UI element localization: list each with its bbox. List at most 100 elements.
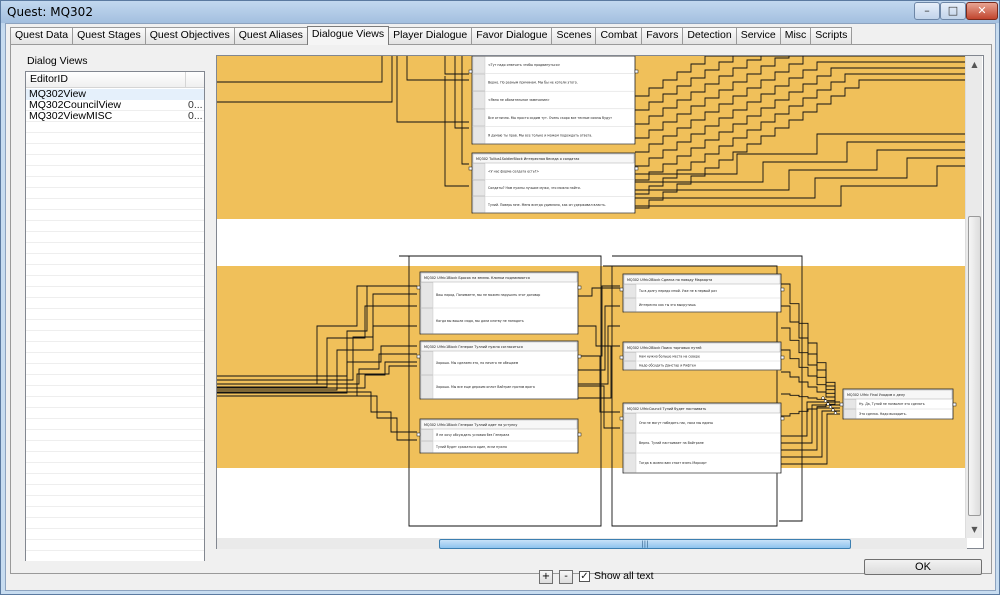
topic-node[interactable]: MQ302 Ulfric2Block Сделка по поводу Марк… [619,273,785,313]
node-output-port[interactable] [577,354,582,359]
topic-node-title: MQ302 Ulfric2Block Поиск торговых путей [627,346,702,350]
node-input-port[interactable] [619,287,624,292]
scroll-up-arrow[interactable]: ▲ [966,56,983,73]
list-item[interactable]: MQ302ViewMISC 0... [26,111,204,122]
zoom-out-button[interactable]: - [559,570,573,584]
response-text: Тулий будет сражаться один, если нужно [435,445,507,449]
tab-quest-data[interactable]: Quest Data [10,27,74,44]
response-marker [420,308,434,334]
response-marker [472,126,486,144]
response-text: Хорошо. Мы сделаем это, но ничего не обе… [436,361,519,365]
response-marker [623,352,637,361]
tab-scenes[interactable]: Scenes [551,27,597,44]
horizontal-scrollbar[interactable]: ||| [217,538,967,549]
topic-node-title: MQ302 Ulfric1Block Бросок на землю. Клин… [424,276,530,280]
response-marker [623,453,637,473]
response-text: Хорошо. Мы все еще держим оплот Вайтран … [436,385,535,389]
vertical-scroll-thumb[interactable] [968,216,981,516]
response-text: Когда вы вошли сюда, мы дали клятву не н… [436,319,524,323]
tab-combat[interactable]: Combat [595,27,643,44]
topic-node-title: MQ302 Ulfric1Block Генерал Туллий идет н… [424,423,517,427]
node-input-port[interactable] [468,166,473,171]
tab-player-dialogue[interactable]: Player Dialogue [388,27,473,44]
topic-node[interactable]: MQ302 Ulfric2Block Поиск торговых путей Н… [619,341,785,371]
tab-quest-objectives[interactable]: Quest Objectives [144,27,235,44]
tab-favor-dialogue[interactable]: Favor Dialogue [471,27,553,44]
quest-window: Quest: MQ302 – □ ✕ Quest Data Quest Stag… [0,0,1000,595]
tab-strip: Quest Data Quest Stages Quest Objectives… [10,26,853,45]
response-text: Это сделка. Надо выходить. [859,412,907,416]
node-output-port[interactable] [780,287,785,292]
show-all-text-option[interactable]: ✓ Show all text [579,570,654,582]
topic-node-title: MQ302 UlfricCouncil Тулий будет настаива… [627,407,706,411]
minimize-button[interactable]: – [914,2,940,20]
topic-node[interactable]: MQ302 Ulfric1Block Генерал Туллий нужно … [416,340,582,400]
response-marker [472,91,486,109]
topic-node-title: MQ302 Ulfric2Block Сделка по поводу Марк… [627,278,712,282]
node-input-port[interactable] [468,69,473,74]
tab-quest-aliases[interactable]: Quest Aliases [233,27,308,44]
maximize-button[interactable]: □ [940,2,966,20]
connection-junction [823,399,828,403]
column-header-editorid[interactable]: EditorID [26,72,186,88]
response-text: Интересно как ты это выкрутишь [639,303,696,307]
tab-scripts[interactable]: Scripts [810,27,853,44]
node-output-port[interactable] [634,166,639,171]
show-all-text-label: Show all text [594,570,654,582]
node-output-port[interactable] [577,432,582,437]
topic-node[interactable]: MQ302 Tullius1SoldierBlock Интересная бе… [468,152,639,214]
response-text: Надо обсудить Данстар и Рифтен [639,364,696,368]
response-marker [420,429,434,441]
node-output-port[interactable] [780,355,785,360]
list-item-extra: 0... [188,110,203,122]
horizontal-scroll-thumb[interactable]: ||| [439,539,851,549]
topic-node[interactable]: <Тут надо отвечать чтобы продвинуться> Ве… [468,56,639,145]
response-text: Все отлично. Мы просто сидим тут. Очень … [488,116,612,120]
response-text: Я думаю ты прав. Мы все только и можем п… [488,133,592,137]
dialog-views-label: Dialog Views [27,55,88,67]
node-output-port[interactable] [577,285,582,290]
scroll-down-arrow[interactable]: ▼ [966,521,983,538]
tab-service[interactable]: Service [735,27,781,44]
topic-node[interactable]: MQ302 Ulfric Final Уходим к делу Ну. Да, … [839,388,957,420]
ok-button[interactable]: OK [864,559,982,575]
tab-misc[interactable]: Misc [779,27,812,44]
node-input-port[interactable] [416,285,421,290]
node-output-port[interactable] [952,402,957,407]
connection-junction [831,408,835,412]
response-text: <Тут надо отвечать чтобы продвинуться> [488,63,561,67]
node-input-port[interactable] [416,354,421,359]
dialogue-graph[interactable]: <Тут надо отвечать чтобы продвинуться> Ве… [217,56,965,538]
list-background [26,89,204,561]
response-text: Нам нужно больше места на севере [639,355,700,359]
tab-dialogue-views[interactable]: Dialogue Views [306,26,390,45]
response-marker [472,163,486,180]
node-input-port[interactable] [839,402,844,407]
response-marker [472,73,486,91]
show-all-text-checkbox[interactable]: ✓ [579,570,590,582]
tab-quest-stages[interactable]: Quest Stages [72,27,146,44]
response-marker [623,298,637,312]
node-output-port[interactable] [634,69,639,74]
dialogue-graph-canvas[interactable]: <Тут надо отвечать чтобы продвинуться> Ве… [216,55,984,549]
topic-node[interactable]: MQ302 Ulfric1Block Бросок на землю. Клин… [416,271,582,335]
response-text: <У нас форма солдата есть?> [488,170,539,174]
column-header-extra[interactable] [186,72,204,88]
tab-detection[interactable]: Detection [682,27,737,44]
response-text: Они не могут победить нас, пока мы едины [639,421,714,425]
topic-node[interactable]: MQ302 Ulfric1Block Генерал Туллий идет н… [416,418,582,454]
dialog-views-list[interactable]: EditorID MQ302View MQ302CouncilView 0...… [25,71,205,561]
vertical-scrollbar[interactable]: ▲ ▼ [965,56,982,538]
node-input-port[interactable] [416,432,421,437]
node-input-port[interactable] [619,416,624,421]
client-area: Quest Data Quest Stages Quest Objectives… [5,23,996,591]
node-input-port[interactable] [619,355,624,360]
node-output-port[interactable] [780,416,785,421]
zoom-in-button[interactable]: + [539,570,553,584]
topic-node[interactable]: MQ302 UlfricCouncil Тулий будет настаива… [619,402,785,474]
title-bar[interactable]: Quest: MQ302 – □ ✕ [1,1,999,23]
tab-favors[interactable]: Favors [641,27,684,44]
response-text: Я не хочу обсуждать условия без Генерала [436,433,509,437]
close-button[interactable]: ✕ [966,2,998,20]
response-marker [420,375,434,399]
